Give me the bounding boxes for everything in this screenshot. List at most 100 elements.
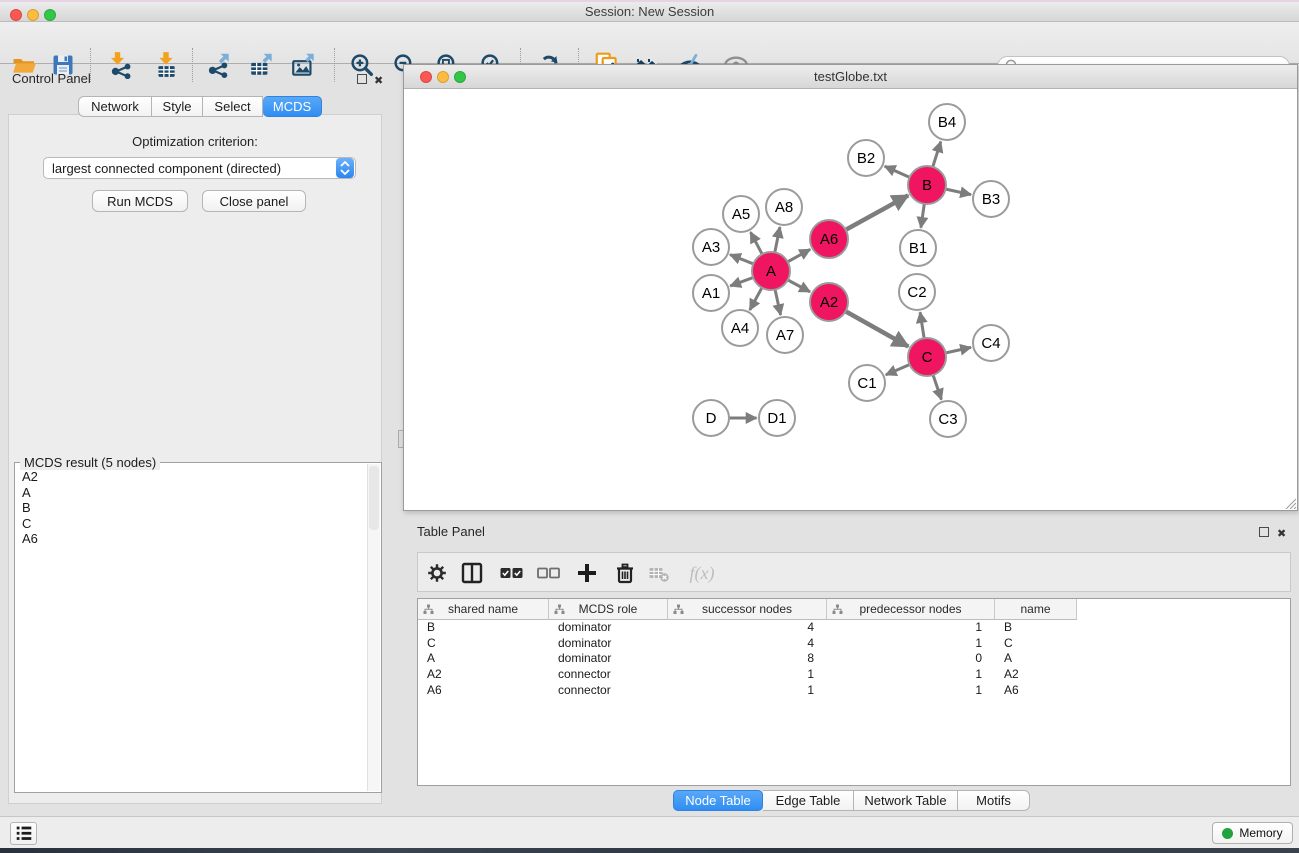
graph-node-D1[interactable]: D1 xyxy=(759,400,795,436)
window-resize-grip[interactable] xyxy=(1283,496,1296,509)
graph-node-A5[interactable]: A5 xyxy=(723,196,759,232)
table-cell: A6 xyxy=(418,683,549,699)
table-cell: 4 xyxy=(668,636,827,652)
result-scrollbar[interactable] xyxy=(367,464,380,791)
graph-node-B[interactable]: B xyxy=(908,166,946,204)
close-panel-icon[interactable] xyxy=(374,71,383,89)
table-cell: C xyxy=(995,636,1077,652)
app-titlebar[interactable]: Session: New Session xyxy=(0,2,1299,22)
mcds-result-item[interactable]: C xyxy=(15,516,366,532)
desktop-background xyxy=(0,848,1299,853)
svg-text:A: A xyxy=(766,263,776,280)
graph-node-C3[interactable]: C3 xyxy=(930,401,966,437)
close-panel-button[interactable]: Close panel xyxy=(202,190,306,212)
column-header-mcds-role[interactable]: MCDS role xyxy=(549,599,668,620)
tab-node-table[interactable]: Node Table xyxy=(673,790,763,811)
graph-node-C2[interactable]: C2 xyxy=(899,274,935,310)
minimize-window-button[interactable] xyxy=(27,9,39,21)
close-table-panel-icon[interactable] xyxy=(1277,524,1286,542)
table-row[interactable]: A6connector11A6 xyxy=(418,683,1290,699)
graph-node-A7[interactable]: A7 xyxy=(767,317,803,353)
tab-style[interactable]: Style xyxy=(152,96,203,117)
table-cell: A xyxy=(995,651,1077,667)
column-header-predecessor-nodes[interactable]: predecessor nodes xyxy=(827,599,995,620)
control-panel-tabs: NetworkStyleSelectMCDS xyxy=(78,96,322,117)
table-header-row: shared nameMCDS rolesuccessor nodesprede… xyxy=(418,599,1077,620)
import-network-icon[interactable] xyxy=(106,51,134,79)
tab-network-table[interactable]: Network Table xyxy=(854,790,958,811)
table-row[interactable]: A2connector11A2 xyxy=(418,667,1290,683)
tab-mcds[interactable]: MCDS xyxy=(263,96,322,117)
float-table-panel-icon[interactable] xyxy=(1259,527,1269,537)
tab-motifs[interactable]: Motifs xyxy=(958,790,1030,811)
network-minimize-button[interactable] xyxy=(437,71,449,83)
export-network-icon[interactable] xyxy=(205,51,233,79)
export-table-icon[interactable] xyxy=(248,51,276,79)
column-header-name[interactable]: name xyxy=(995,599,1077,620)
table-row[interactable]: Adominator80A xyxy=(418,651,1290,667)
network-close-button[interactable] xyxy=(420,71,432,83)
add-row-plus-icon[interactable] xyxy=(574,560,600,586)
graph-node-C[interactable]: C xyxy=(908,338,946,376)
table-cell: 1 xyxy=(668,667,827,683)
svg-text:D: D xyxy=(706,410,717,427)
mcds-result-item[interactable]: B xyxy=(15,500,366,516)
run-mcds-button[interactable]: Run MCDS xyxy=(92,190,188,212)
graph-node-B2[interactable]: B2 xyxy=(848,140,884,176)
graph-node-B4[interactable]: B4 xyxy=(929,104,965,140)
graph-node-B1[interactable]: B1 xyxy=(900,230,936,266)
zoom-window-button[interactable] xyxy=(44,9,56,21)
criterion-dropdown[interactable]: largest connected component (directed) xyxy=(43,157,356,179)
network-window-titlebar[interactable]: testGlobe.txt xyxy=(404,65,1297,89)
task-history-button[interactable] xyxy=(10,822,37,845)
mcds-result-item[interactable]: A2 xyxy=(15,469,366,485)
table-cell: 1 xyxy=(827,620,995,636)
network-graph-canvas[interactable]: B4 B2 B B3 A8A5 A6 A3 B1 A C2 A1 A2 A4 A7 C4 C C1 C3 D D1 xyxy=(404,89,1297,510)
graph-node-C4[interactable]: C4 xyxy=(973,325,1009,361)
table-cell: C xyxy=(418,636,549,652)
network-zoom-button[interactable] xyxy=(454,71,466,83)
tab-edge-table[interactable]: Edge Table xyxy=(763,790,854,811)
import-table-icon[interactable] xyxy=(152,51,180,79)
delete-rows-trash-icon[interactable] xyxy=(612,560,638,586)
svg-text:A6: A6 xyxy=(820,231,838,248)
mcds-result-item[interactable]: A6 xyxy=(15,531,366,547)
memory-button[interactable]: Memory xyxy=(1212,822,1293,844)
list-icon xyxy=(15,825,33,842)
table-cell: dominator xyxy=(549,651,668,667)
delete-table-icon[interactable] xyxy=(646,560,672,586)
graph-node-A[interactable]: A xyxy=(752,252,790,290)
graph-node-C1[interactable]: C1 xyxy=(849,365,885,401)
close-window-button[interactable] xyxy=(10,9,22,21)
column-header-shared-name[interactable]: shared name xyxy=(418,599,549,620)
table-row[interactable]: Bdominator41B xyxy=(418,620,1290,636)
svg-text:C: C xyxy=(922,349,933,366)
main-toolbar xyxy=(0,22,1299,64)
select-all-checkboxes-icon[interactable] xyxy=(498,560,524,586)
column-settings-gear-icon[interactable] xyxy=(424,560,450,586)
node-table[interactable]: shared nameMCDS rolesuccessor nodesprede… xyxy=(417,598,1291,786)
tab-network[interactable]: Network xyxy=(78,96,152,117)
svg-text:A4: A4 xyxy=(731,320,749,337)
table-cell: A6 xyxy=(995,683,1077,699)
export-image-icon[interactable] xyxy=(290,51,318,79)
graph-node-A8[interactable]: A8 xyxy=(766,189,802,225)
graph-node-B3[interactable]: B3 xyxy=(973,181,1009,217)
float-panel-icon[interactable] xyxy=(357,74,367,84)
svg-text:B3: B3 xyxy=(982,191,1000,208)
graph-node-A6[interactable]: A6 xyxy=(810,220,848,258)
column-header-successor-nodes[interactable]: successor nodes xyxy=(668,599,827,620)
graph-node-A3[interactable]: A3 xyxy=(693,229,729,265)
function-builder-fx-icon[interactable]: f(x) xyxy=(682,560,722,586)
graph-node-A4[interactable]: A4 xyxy=(722,310,758,346)
table-row[interactable]: Cdominator41C xyxy=(418,636,1290,652)
graph-node-A2[interactable]: A2 xyxy=(810,283,848,321)
graph-node-A1[interactable]: A1 xyxy=(693,275,729,311)
tab-select[interactable]: Select xyxy=(203,96,263,117)
graph-node-D[interactable]: D xyxy=(693,400,729,436)
network-view-window[interactable]: testGlobe.txt B4 B2 B B3 A8A5 A6 A3 B1 A C2 A1 A2 A4… xyxy=(403,64,1298,511)
table-cell: 1 xyxy=(827,636,995,652)
split-table-columns-icon[interactable] xyxy=(459,560,485,586)
deselect-all-checkboxes-icon[interactable] xyxy=(535,560,561,586)
mcds-result-item[interactable]: A xyxy=(15,485,366,501)
